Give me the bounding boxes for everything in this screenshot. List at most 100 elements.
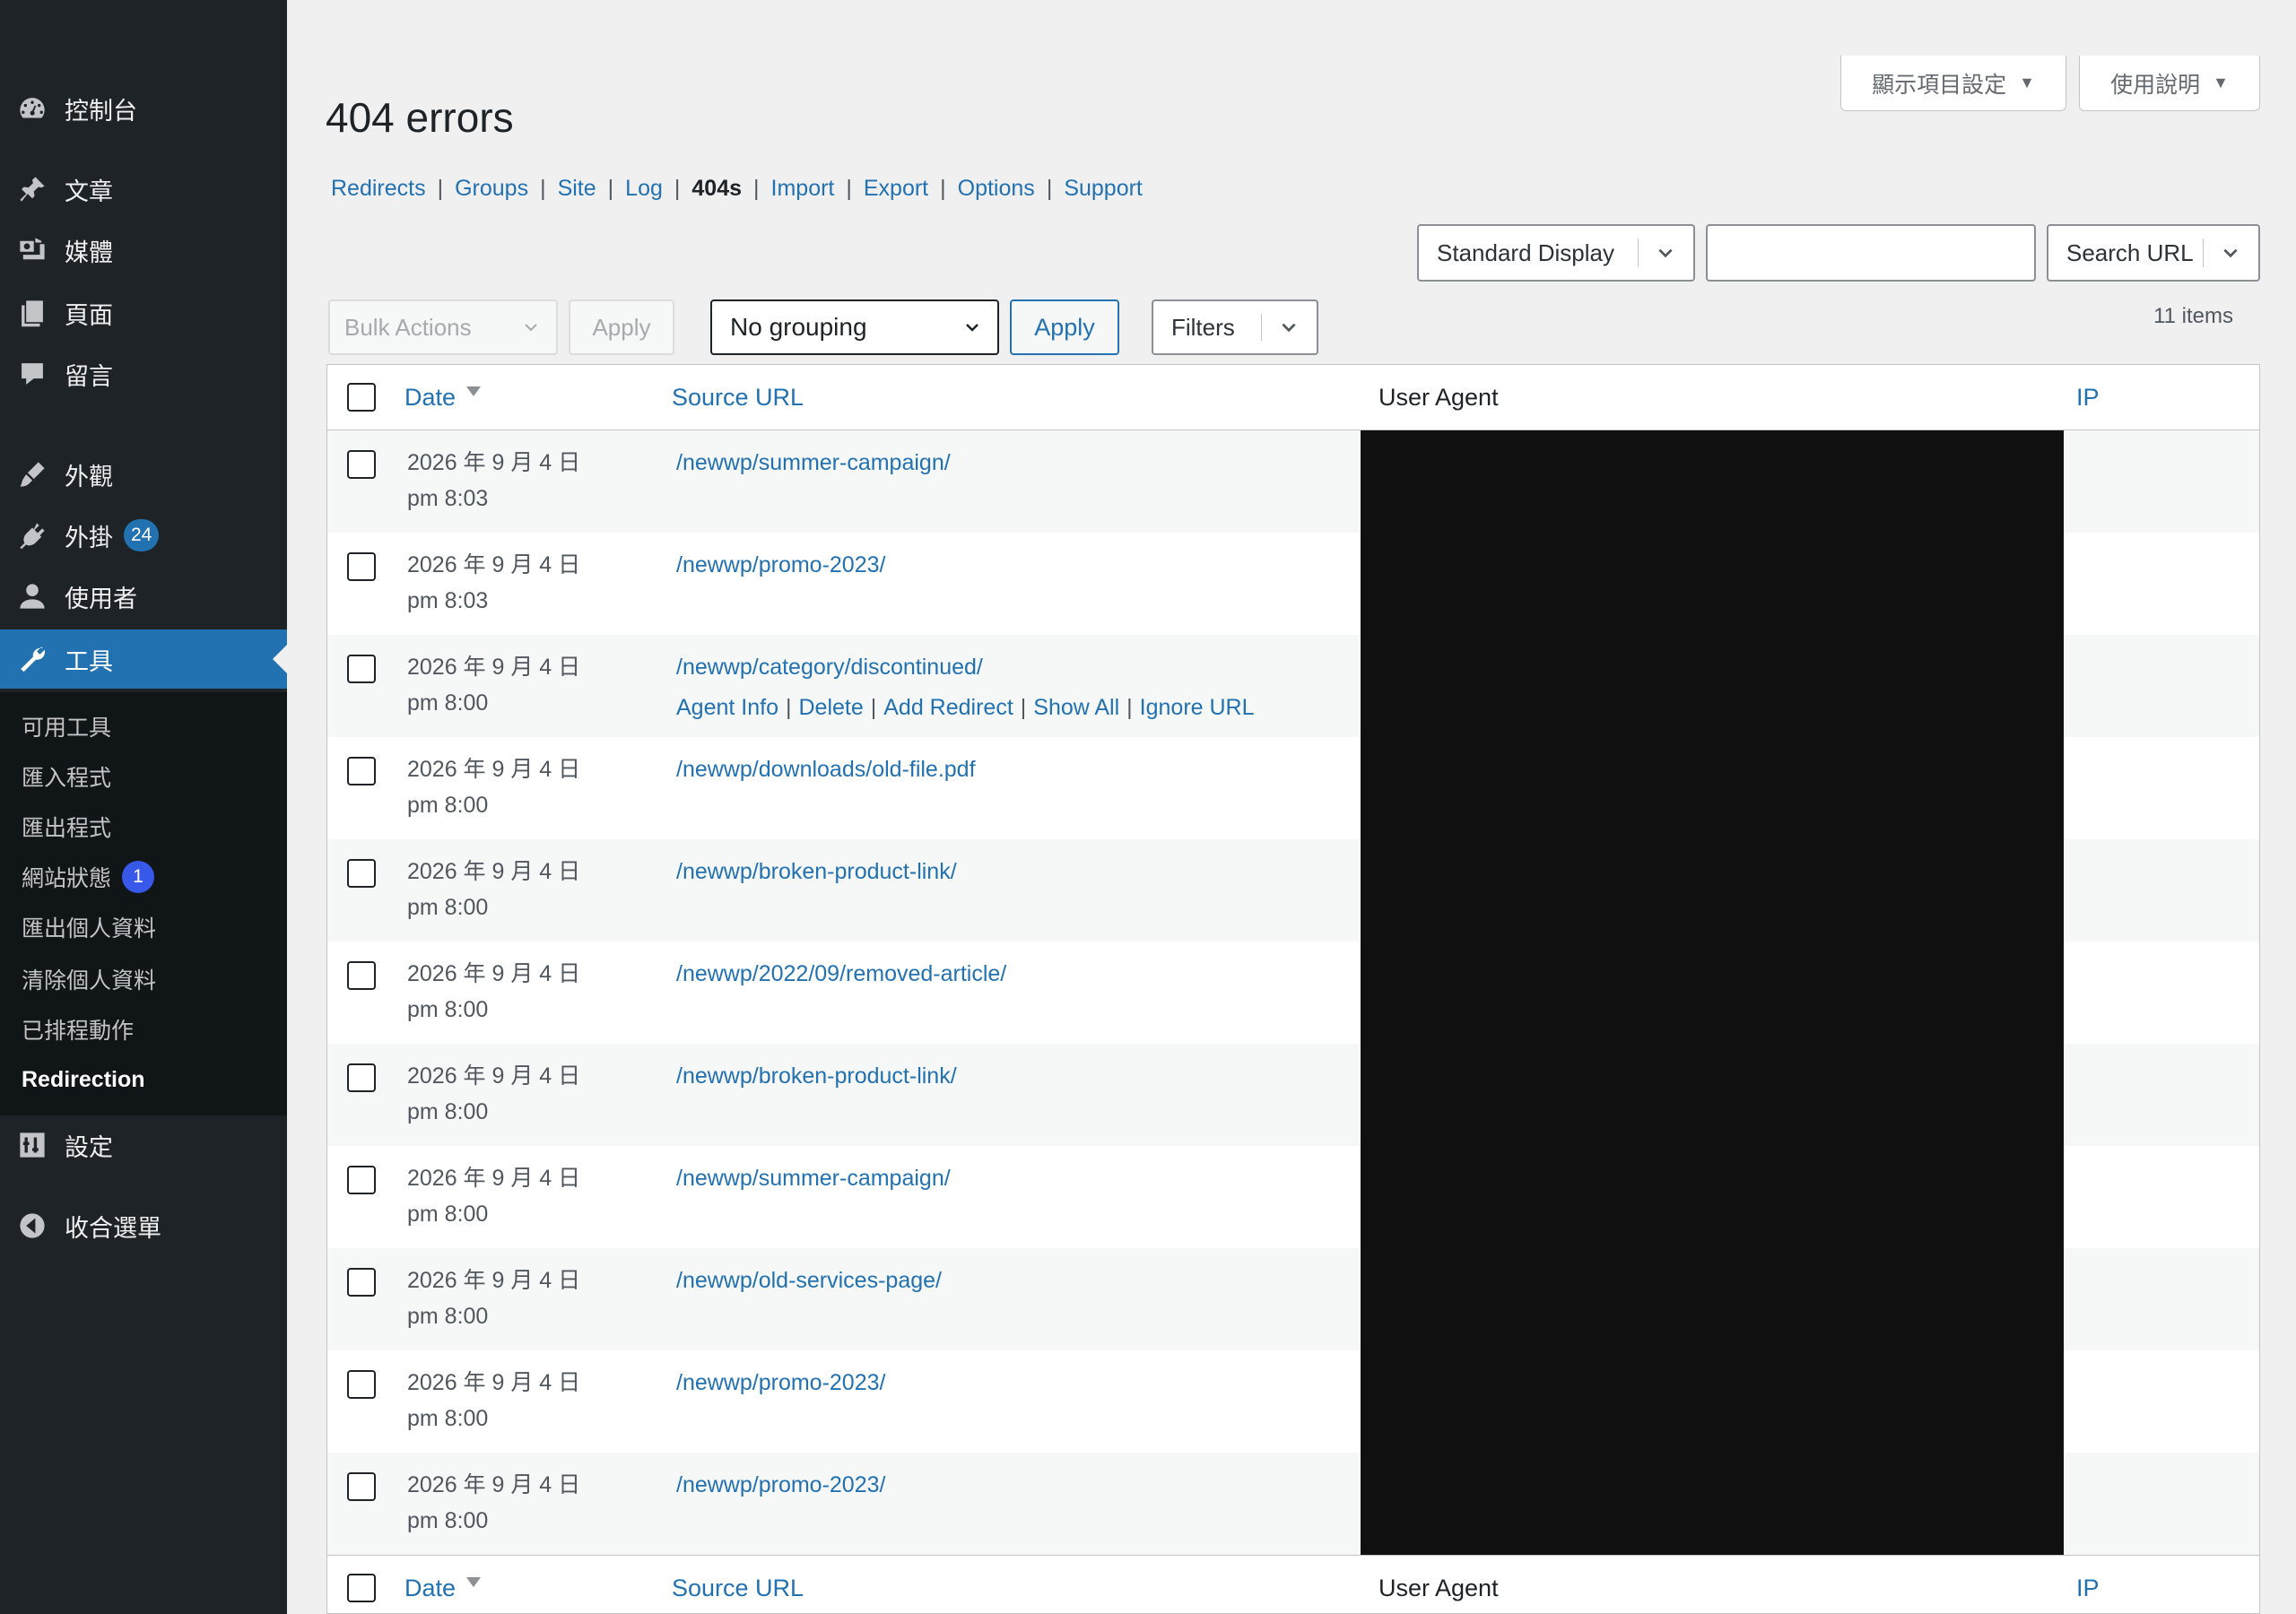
select-all-checkbox[interactable]	[347, 383, 376, 412]
display-select[interactable]: Standard Display	[1417, 224, 1695, 282]
subnav-404s[interactable]: 404s	[691, 176, 742, 202]
screen-options-button[interactable]: 顯示項目設定 ▼	[1840, 56, 2066, 111]
row-checkbox[interactable]	[347, 757, 376, 785]
row-checkbox[interactable]	[347, 552, 376, 581]
subnav-groups[interactable]: Groups	[455, 176, 528, 202]
source-url-footer[interactable]: Source URL	[672, 1575, 804, 1602]
row-date-time: pm 8:00	[407, 1304, 489, 1329]
sort-arrow-icon	[466, 386, 482, 396]
row-source-url[interactable]: /newwp/broken-product-link/	[676, 1058, 957, 1094]
submenu-label: Redirection	[22, 1066, 145, 1092]
row-date-time: pm 8:00	[407, 1202, 489, 1227]
table-footer: Date Source URL User Agent IP	[327, 1555, 2259, 1613]
row-checkbox[interactable]	[347, 450, 376, 479]
grouping-apply-button[interactable]: Apply	[1010, 299, 1119, 355]
row-checkbox[interactable]	[347, 1166, 376, 1194]
date-column-header[interactable]: Date	[404, 365, 482, 430]
menu-label: 頁面	[65, 301, 113, 329]
chevron-down-icon	[966, 324, 978, 332]
menu-media[interactable]: 媒體	[0, 221, 287, 280]
ip-footer[interactable]: IP	[2076, 1575, 2100, 1602]
subnav-log[interactable]: Log	[625, 176, 663, 202]
bulk-apply-button[interactable]: Apply	[569, 299, 674, 355]
row-source-url[interactable]: /newwp/category/discontinued/	[676, 649, 983, 685]
date-column-footer[interactable]: Date	[404, 1556, 482, 1613]
settings-icon	[16, 1129, 48, 1161]
row-checkbox[interactable]	[347, 859, 376, 888]
row-checkbox[interactable]	[347, 655, 376, 683]
site-health-badge: 1	[122, 861, 155, 893]
subnav-site[interactable]: Site	[558, 176, 596, 202]
row-checkbox[interactable]	[347, 1063, 376, 1092]
row-source-url[interactable]: /newwp/2022/09/removed-article/	[676, 956, 1006, 992]
filters-button[interactable]: Filters	[1152, 299, 1318, 355]
row-checkbox[interactable]	[347, 961, 376, 990]
search-url-button[interactable]: Search URL	[2047, 224, 2260, 282]
subnav-import[interactable]: Import	[771, 176, 835, 202]
row-checkbox[interactable]	[347, 1268, 376, 1297]
row-source-url[interactable]: /newwp/promo-2023/	[676, 547, 885, 583]
row-source-url[interactable]: /newwp/old-services-page/	[676, 1263, 942, 1298]
ignore-url-link[interactable]: Ignore URL	[1140, 690, 1255, 725]
row-date-time: pm 8:03	[407, 588, 489, 613]
delete-link[interactable]: Delete	[798, 690, 863, 725]
menu-settings[interactable]: 設定	[0, 1115, 287, 1175]
date-header-label[interactable]: Date	[404, 384, 456, 412]
row-source-url[interactable]: /newwp/promo-2023/	[676, 1365, 885, 1401]
subnav-separator: |	[674, 176, 681, 201]
page-icon	[16, 297, 48, 329]
row-source-url[interactable]: /newwp/summer-campaign/	[676, 1160, 951, 1196]
submenu-scheduled-actions[interactable]: 已排程動作	[22, 1011, 134, 1047]
user-agent-header: User Agent	[1378, 383, 1499, 411]
help-button[interactable]: 使用說明 ▼	[2079, 56, 2260, 111]
menu-appearance[interactable]: 外觀	[0, 445, 287, 504]
row-source-url[interactable]: /newwp/broken-product-link/	[676, 854, 957, 889]
row-source-url[interactable]: /newwp/promo-2023/	[676, 1467, 885, 1503]
search-input[interactable]	[1706, 224, 2036, 282]
redirection-subnav: Redirects | Groups | Site | Log | 404s | Impo…	[331, 176, 1143, 202]
menu-collapse[interactable]: 收合選單	[0, 1196, 287, 1255]
agent-info-link[interactable]: Agent Info	[676, 690, 778, 725]
submenu-export-personal-data[interactable]: 匯出個人資料	[22, 909, 156, 945]
submenu-export[interactable]: 匯出程式	[22, 809, 111, 845]
grouping-select[interactable]: No grouping	[710, 299, 999, 355]
row-date-day: 2026 年 9 月 4 日	[407, 1268, 581, 1293]
menu-dashboard[interactable]: 控制台	[0, 79, 287, 138]
subnav-separator: |	[540, 176, 546, 201]
show-all-link[interactable]: Show All	[1033, 690, 1119, 725]
subnav-redirects[interactable]: Redirects	[331, 176, 426, 202]
submenu-site-health[interactable]: 網站狀態 1	[22, 859, 155, 895]
submenu-erase-personal-data[interactable]: 清除個人資料	[22, 961, 156, 997]
subnav-options[interactable]: Options	[958, 176, 1035, 202]
row-date-time: pm 8:00	[407, 1508, 489, 1533]
select-all-checkbox-footer[interactable]	[347, 1574, 376, 1602]
source-url-header[interactable]: Source URL	[672, 384, 804, 412]
row-checkbox[interactable]	[347, 1472, 376, 1501]
row-source-url[interactable]: /newwp/downloads/old-file.pdf	[676, 751, 976, 787]
submenu-available-tools[interactable]: 可用工具	[22, 708, 111, 744]
submenu-redirection[interactable]: Redirection	[22, 1062, 145, 1098]
log-table: Date Source URL User Agent IP 2026 年 9 月…	[326, 364, 2260, 1614]
menu-comments[interactable]: 留言	[0, 344, 287, 404]
row-date-day: 2026 年 9 月 4 日	[407, 450, 581, 475]
row-date-time: pm 8:00	[407, 690, 489, 716]
submenu-import[interactable]: 匯入程式	[22, 759, 111, 794]
add-redirect-link[interactable]: Add Redirect	[883, 690, 1013, 725]
ip-header[interactable]: IP	[2076, 384, 2100, 412]
subnav-support[interactable]: Support	[1064, 176, 1143, 202]
bulk-actions-select[interactable]: Bulk Actions	[328, 299, 558, 355]
submenu-label: 匯出程式	[22, 816, 112, 841]
menu-label: 留言	[65, 362, 113, 390]
subnav-separator: |	[846, 176, 852, 201]
menu-posts[interactable]: 文章	[0, 160, 287, 219]
menu-tools[interactable]: 工具	[0, 629, 287, 689]
menu-plugins[interactable]: 外掛 24	[0, 506, 287, 565]
row-date: 2026 年 9 月 4 日 pm 8:00	[407, 649, 580, 721]
menu-users[interactable]: 使用者	[0, 567, 287, 626]
split-divider	[1261, 314, 1262, 341]
subnav-export[interactable]: Export	[864, 176, 928, 202]
menu-pages[interactable]: 頁面	[0, 283, 287, 343]
date-footer-label[interactable]: Date	[404, 1575, 456, 1602]
row-source-url[interactable]: /newwp/summer-campaign/	[676, 445, 951, 481]
row-checkbox[interactable]	[347, 1370, 376, 1399]
